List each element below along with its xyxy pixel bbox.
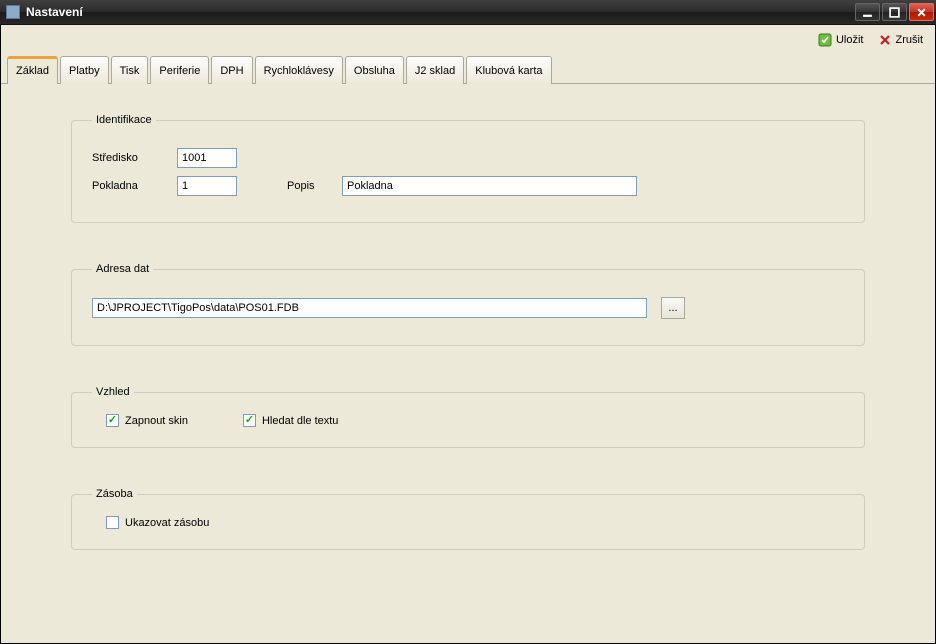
ellipsis-icon: ... [668, 302, 677, 314]
browse-button[interactable]: ... [661, 297, 685, 319]
checkbox-hledat-dle-textu[interactable]: Hledat dle textu [243, 414, 338, 427]
cancel-icon [878, 33, 892, 47]
checkbox-label: Hledat dle textu [262, 415, 338, 427]
checkbox-label: Zapnout skin [125, 415, 188, 427]
titlebar: Nastavení [0, 0, 936, 25]
window-title: Nastavení [26, 5, 83, 19]
maximize-button[interactable] [882, 3, 907, 21]
fieldset-adresa-dat: Adresa dat ... [71, 263, 865, 346]
minimize-button[interactable] [855, 3, 880, 21]
input-pokladna[interactable] [177, 176, 237, 196]
tab-j2-sklad[interactable]: J2 sklad [406, 56, 464, 84]
cancel-label: Zrušit [896, 34, 924, 46]
tab-page-zaklad: Identifikace Středisko Pokladna Popis Ad… [1, 84, 935, 643]
checkbox-ukazovat-zasobu[interactable]: Ukazovat zásobu [106, 516, 209, 529]
window: Nastavení Uložit [0, 0, 936, 644]
input-popis[interactable] [342, 176, 637, 196]
label-pokladna: Pokladna [92, 180, 177, 192]
app-icon [6, 5, 20, 19]
tab-rychloklavesy[interactable]: Rychloklávesy [255, 56, 343, 84]
check-icon [106, 414, 119, 427]
tab-klubova-karta[interactable]: Klubová karta [466, 56, 551, 84]
save-icon [818, 33, 832, 47]
fieldset-vzhled: Vzhled Zapnout skin Hledat dle textu [71, 386, 865, 448]
check-icon [106, 516, 119, 529]
check-icon [243, 414, 256, 427]
label-stredisko: Středisko [92, 152, 177, 164]
tab-dph[interactable]: DPH [211, 56, 252, 84]
label-popis: Popis [287, 180, 342, 192]
tab-periferie[interactable]: Periferie [150, 56, 209, 84]
fieldset-zasoba: Zásoba Ukazovat zásobu [71, 488, 865, 550]
close-button[interactable] [909, 3, 934, 21]
legend-vzhled: Vzhled [92, 386, 134, 398]
input-stredisko[interactable] [177, 148, 237, 168]
legend-zasoba: Zásoba [92, 488, 137, 500]
legend-adresa: Adresa dat [92, 263, 153, 275]
toolbar: Uložit Zrušit [1, 25, 935, 55]
tab-platby[interactable]: Platby [60, 56, 109, 84]
save-label: Uložit [836, 34, 864, 46]
tab-obsluha[interactable]: Obsluha [345, 56, 404, 84]
fieldset-identifikace: Identifikace Středisko Pokladna Popis [71, 114, 865, 223]
tab-bar: Základ Platby Tisk Periferie DPH Rychlok… [1, 55, 935, 84]
tab-zaklad[interactable]: Základ [7, 56, 58, 84]
input-data-path[interactable] [92, 298, 647, 318]
client-area: Uložit Zrušit Základ Platby Tisk Perifer… [0, 25, 936, 644]
checkbox-label: Ukazovat zásobu [125, 517, 209, 529]
legend-identifikace: Identifikace [92, 114, 156, 126]
save-button[interactable]: Uložit [818, 33, 864, 47]
checkbox-zapnout-skin[interactable]: Zapnout skin [106, 414, 188, 427]
cancel-button[interactable]: Zrušit [878, 33, 924, 47]
tab-tisk[interactable]: Tisk [111, 56, 149, 84]
